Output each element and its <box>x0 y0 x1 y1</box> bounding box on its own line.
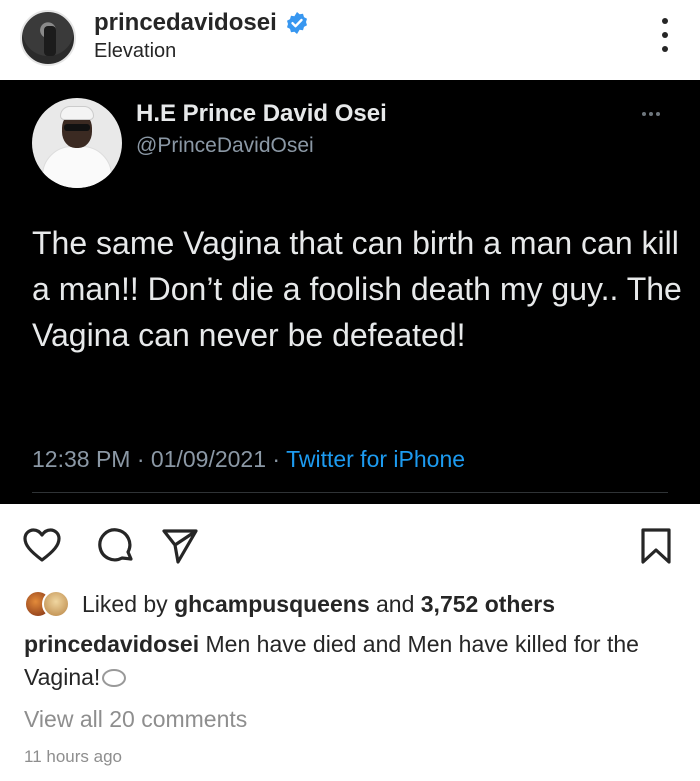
likes-row[interactable]: Liked by ghcampusqueens and 3,752 others <box>24 589 555 619</box>
caption-username[interactable]: princedavidosei <box>24 631 199 657</box>
username[interactable]: princedavidosei <box>94 9 277 37</box>
tweet-meta-separator: · <box>130 446 151 472</box>
liker-username[interactable]: ghcampusqueens <box>174 591 370 617</box>
tweet-time: 12:38 PM <box>32 446 131 472</box>
heart-icon[interactable] <box>22 526 62 566</box>
tweet-display-name: H.E Prince David Osei <box>136 100 387 127</box>
likes-middle: and <box>369 590 421 617</box>
username-row: princedavidosei <box>94 9 309 37</box>
tweet-more-icon <box>642 112 660 116</box>
action-bar <box>0 520 700 570</box>
tweet-divider <box>32 492 668 493</box>
share-icon[interactable] <box>160 526 200 566</box>
tweet-source: Twitter for iPhone <box>286 446 466 472</box>
bookmark-icon[interactable] <box>636 526 676 566</box>
thought-bubble-icon <box>102 669 127 687</box>
profile-avatar[interactable] <box>20 10 76 66</box>
view-all-comments-link[interactable]: View all 20 comments <box>24 706 247 733</box>
post-caption: princedavidosei Men have died and Men ha… <box>24 628 674 694</box>
likes-count[interactable]: 3,752 others <box>421 591 555 617</box>
tweet-avatar <box>32 98 122 188</box>
comment-icon[interactable] <box>96 526 136 566</box>
location-label[interactable]: Elevation <box>94 40 176 63</box>
liker-avatar <box>42 590 70 618</box>
tweet-meta: 12:38 PM · 01/09/2021 · Twitter for iPho… <box>32 446 465 473</box>
post-header: princedavidosei Elevation <box>0 0 700 78</box>
tweet-text: The same Vagina that can birth a man can… <box>32 225 682 353</box>
more-options-icon[interactable] <box>660 18 670 52</box>
verified-badge-icon <box>286 12 307 34</box>
likes-text: Liked by ghcampusqueens and 3,752 others <box>82 591 555 618</box>
tweet-image[interactable]: H.E Prince David Osei @PrinceDavidOsei T… <box>0 80 700 504</box>
likes-prefix: Liked by <box>82 590 175 617</box>
tweet-meta-separator-2: · <box>266 446 287 472</box>
post-timestamp: 11 hours ago <box>24 747 122 766</box>
tweet-handle: @PrinceDavidOsei <box>136 134 314 157</box>
tweet-date: 01/09/2021 <box>150 446 267 472</box>
